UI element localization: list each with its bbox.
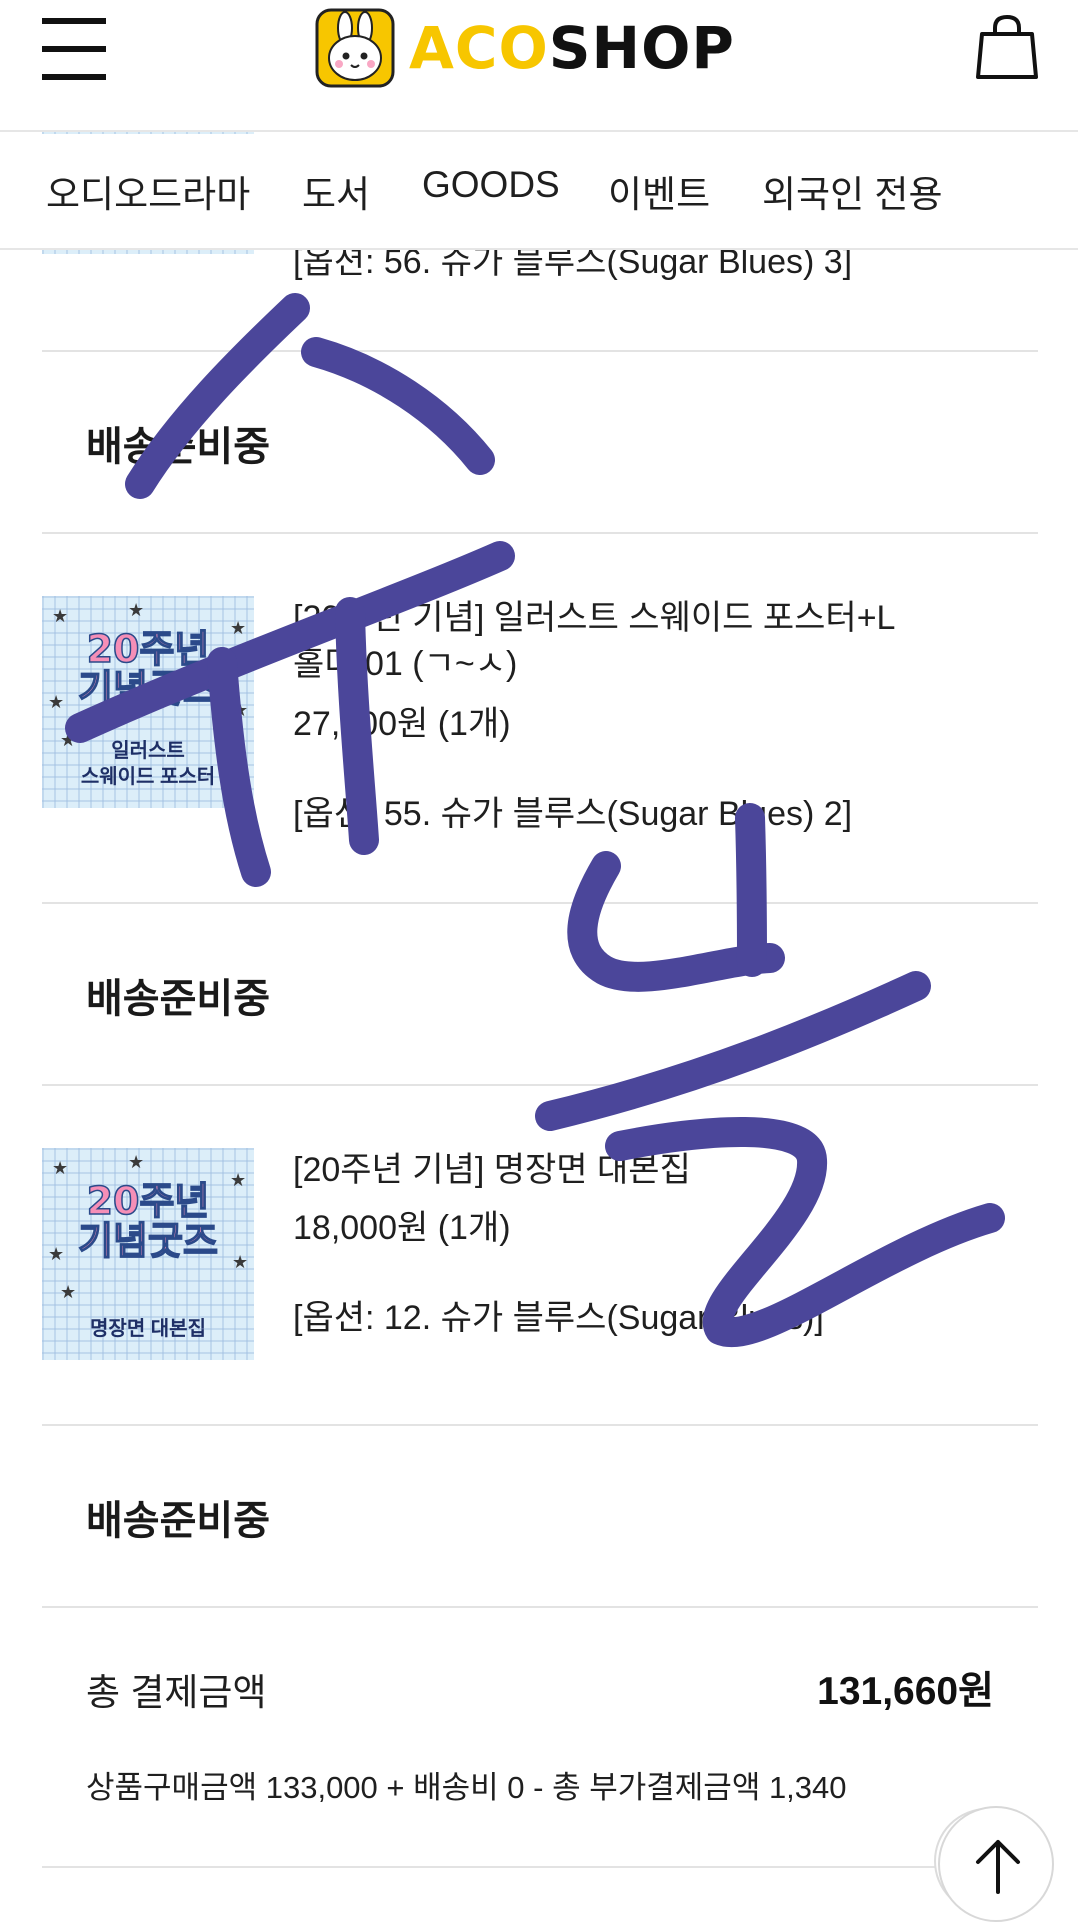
nav-item-books[interactable]: 도서 <box>302 164 370 218</box>
mascot-logo-icon <box>315 8 395 88</box>
divider <box>42 1084 1038 1086</box>
nav-item-events[interactable]: 이벤트 <box>608 164 710 218</box>
divider <box>42 350 1038 352</box>
thumbnail-badge-text: 20주년 기념굿즈 <box>77 627 218 711</box>
scroll-to-top-button[interactable] <box>938 1806 1054 1922</box>
shopping-bag-icon[interactable] <box>976 14 1038 80</box>
category-nav: 오디오드라마 도서 GOODS 이벤트 외국인 전용 <box>0 134 1078 250</box>
total-payment-label: 총 결제금액 <box>86 1672 267 1713</box>
hamburger-menu-icon[interactable] <box>42 18 106 80</box>
thumbnail-subtitle: 명장면 대본집 <box>90 1318 206 1340</box>
product-option: [옵션: 12. 슈가 블루스(Sugar Blues)] <box>293 1299 824 1337</box>
product-title[interactable]: [20주년 기념] 명장면 대본집 <box>293 1148 691 1194</box>
product-price: 18,000원 (1개) <box>293 1209 511 1247</box>
divider <box>42 1424 1038 1426</box>
product-price: 27,000원 (1개) <box>293 705 511 743</box>
payment-breakdown: 상품구매금액 133,000 + 배송비 0 - 총 부가결제금액 1,340 <box>86 1770 847 1805</box>
divider <box>42 1606 1038 1608</box>
divider <box>42 902 1038 904</box>
nav-item-audio-drama[interactable]: 오디오드라마 <box>46 164 250 218</box>
nav-item-goods[interactable]: GOODS <box>422 164 560 206</box>
order-status: 배송준비중 <box>86 977 270 1021</box>
aco-shop-logo[interactable]: ACO SHOP <box>315 6 775 90</box>
thumbnail-badge-text: 20주년 기념굿즈 <box>77 1179 218 1263</box>
product-title[interactable]: [20주년 기념] 일러스트 스웨이드 포스터+L <box>293 596 895 642</box>
handwritten-scribble-overlay <box>65 293 1005 1347</box>
order-detail-page: ACO SHOP 오디오드라마 도서 GOODS 이벤트 외국인 전용 [옵션: … <box>0 0 1078 1930</box>
divider <box>42 1866 1038 1868</box>
product-thumbnail[interactable]: ★ ★ ★ ★ ★ ★ 20주년 기념굿즈 명장면 대본집 <box>42 1148 254 1360</box>
header: ACO SHOP <box>0 0 1078 132</box>
logo-aco-text: ACO <box>409 14 549 82</box>
nav-item-foreigners[interactable]: 외국인 전용 <box>762 164 942 218</box>
product-thumbnail[interactable]: ★ ★ ★ ★ ★ ★ 20주년 기념굿즈 일러스트 스웨이드 포스터 <box>42 596 254 808</box>
divider <box>42 532 1038 534</box>
logo-wordmark: ACO SHOP <box>409 19 735 77</box>
order-status: 배송준비중 <box>86 425 270 469</box>
order-status: 배송준비중 <box>86 1499 270 1543</box>
logo-shop-text: SHOP <box>548 14 735 82</box>
total-payment-value: 131,660원 <box>817 1670 994 1713</box>
product-option: [옵션: 55. 슈가 블루스(Sugar Blues) 2] <box>293 795 853 833</box>
product-title-line2[interactable]: 홀더 01 (ㄱ~ㅅ) <box>293 642 517 688</box>
arrow-up-icon <box>976 1840 1020 1894</box>
thumbnail-subtitle: 일러스트 스웨이드 포스터 <box>80 740 216 788</box>
